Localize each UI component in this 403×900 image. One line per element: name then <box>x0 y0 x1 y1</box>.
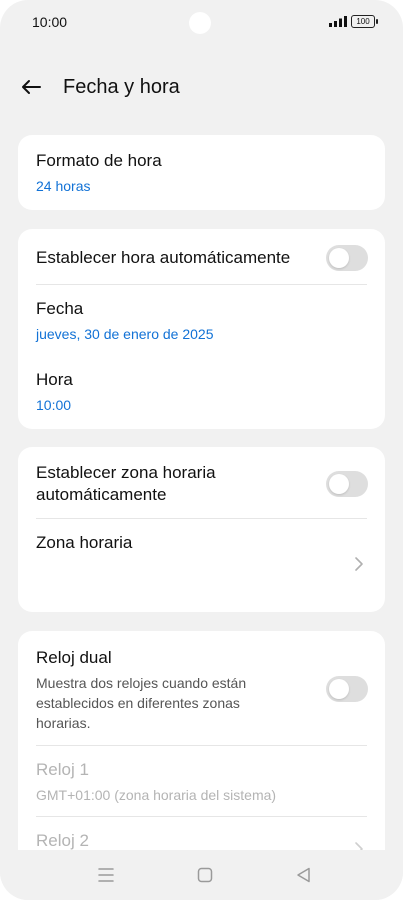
system-nav-bar <box>0 850 403 900</box>
clock1-value: GMT+01:00 (zona horaria del sistema) <box>36 787 277 803</box>
auto-time-toggle[interactable] <box>326 245 368 271</box>
time-label: Hora <box>36 370 73 389</box>
zone-label: Zona horaria <box>36 533 133 552</box>
page-title: Fecha y hora <box>63 76 180 98</box>
dual-clock-desc-line3: horarias. <box>36 715 91 731</box>
toggle-knob <box>329 679 349 699</box>
divider <box>36 816 367 817</box>
time-format-card[interactable]: Formato de hora 24 horas <box>18 135 385 210</box>
menu-icon[interactable] <box>96 865 116 885</box>
app-header: Fecha y hora <box>0 62 403 114</box>
battery-icon: 100 <box>351 15 378 28</box>
back-triangle-icon[interactable] <box>294 865 314 885</box>
date-value: jueves, 30 de enero de 2025 <box>36 326 214 342</box>
auto-time-label: Establecer hora automáticamente <box>36 248 291 267</box>
clock2-row[interactable]: Reloj 2 <box>36 830 367 852</box>
dual-clock-label: Reloj dual <box>36 648 112 667</box>
time-row[interactable]: Hora 10:00 <box>36 369 367 413</box>
clock1-label: Reloj 1 <box>36 760 89 779</box>
time-format-label: Formato de hora <box>36 151 162 170</box>
zone-row[interactable]: Zona horaria <box>36 532 367 554</box>
dual-clock-card: Reloj dual Muestra dos relojes cuando es… <box>18 631 385 871</box>
arrow-left-icon[interactable] <box>18 74 44 100</box>
dual-clock-desc-line2: establecidos en diferentes zonas <box>36 695 240 711</box>
time-zone-card: Establecer zona horaria automáticamente … <box>18 447 385 612</box>
auto-zone-label-line2: automáticamente <box>36 485 167 504</box>
dual-clock-toggle[interactable] <box>326 676 368 702</box>
date-label: Fecha <box>36 299 84 318</box>
auto-time-row[interactable]: Establecer hora automáticamente <box>36 247 367 269</box>
auto-zone-label-line1: Establecer zona horaria <box>36 463 216 482</box>
status-bar: 10:00 100 <box>0 0 403 44</box>
time-format-row[interactable]: Formato de hora 24 horas <box>36 150 367 194</box>
status-time: 10:00 <box>32 14 68 30</box>
home-icon[interactable] <box>195 865 215 885</box>
divider <box>36 518 367 519</box>
chevron-right-icon <box>355 557 363 571</box>
clock1-row[interactable]: Reloj 1 GMT+01:00 (zona horaria del sist… <box>36 759 367 803</box>
dual-clock-desc-line1: Muestra dos relojes cuando están <box>36 675 247 691</box>
front-camera <box>189 12 211 34</box>
toggle-knob <box>329 248 349 268</box>
divider <box>36 745 367 746</box>
time-value: 10:00 <box>36 397 72 413</box>
date-time-card: Establecer hora automáticamente Fecha ju… <box>18 229 385 429</box>
auto-zone-toggle[interactable] <box>326 471 368 497</box>
date-row[interactable]: Fecha jueves, 30 de enero de 2025 <box>36 298 367 342</box>
phone-screen: 10:00 100 Fecha y hora Formato de hora 2… <box>0 0 403 900</box>
dual-clock-row[interactable]: Reloj dual Muestra dos relojes cuando es… <box>36 647 315 733</box>
time-format-value: 24 horas <box>36 178 91 194</box>
divider <box>36 284 367 285</box>
toggle-knob <box>329 474 349 494</box>
clock2-label: Reloj 2 <box>36 831 89 850</box>
auto-zone-row[interactable]: Establecer zona horaria automáticamente <box>36 462 315 506</box>
signal-icon <box>329 16 347 27</box>
